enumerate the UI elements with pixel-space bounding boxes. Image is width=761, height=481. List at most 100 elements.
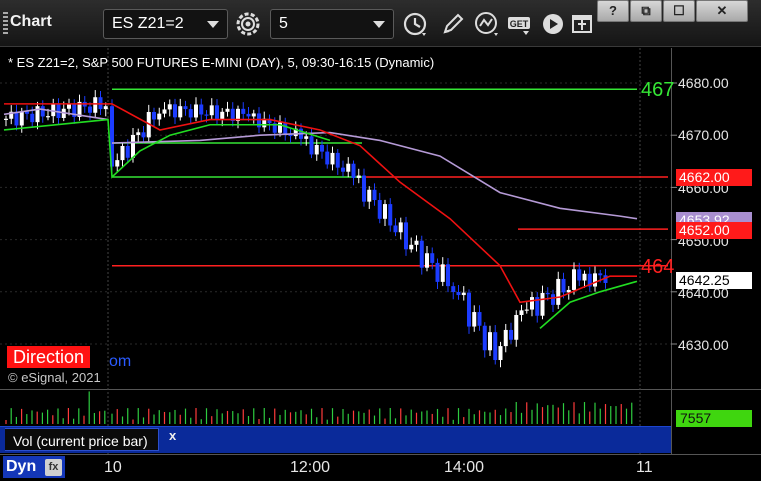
- candle-body: [283, 122, 288, 134]
- candle-body: [556, 278, 561, 305]
- candle-body: [46, 116, 50, 118]
- direction-suffix-text: om: [109, 353, 132, 370]
- candle-body: [572, 269, 576, 290]
- dynamic-mode-label: Dyn: [6, 458, 37, 475]
- settings-gear-button[interactable]: [233, 9, 263, 39]
- candle-body: [320, 144, 324, 152]
- candle-body: [67, 104, 71, 109]
- price-chart[interactable]: [0, 48, 761, 455]
- get-data-button[interactable]: GET: [505, 9, 535, 39]
- candle-body: [173, 104, 177, 118]
- candle-body: [246, 113, 251, 117]
- candle-body: [519, 310, 524, 315]
- candle-body: [482, 325, 487, 351]
- candle-body: [488, 332, 492, 351]
- close-study-icon[interactable]: x: [169, 428, 176, 443]
- time-tick: 12:00: [290, 459, 331, 476]
- price-axis-label: 4630.00: [678, 337, 729, 353]
- candle-body: [367, 189, 372, 202]
- candle-body: [356, 175, 361, 178]
- candle-body: [131, 134, 135, 158]
- candle-body: [388, 204, 393, 226]
- candle-body: [435, 262, 440, 282]
- candle-body: [514, 314, 519, 340]
- restore-button[interactable]: ⧉: [630, 0, 662, 22]
- candle-body: [241, 108, 246, 114]
- candle-body: [325, 151, 330, 165]
- candle-body: [14, 111, 19, 126]
- new-window-button[interactable]: [568, 9, 598, 39]
- candle-body: [598, 273, 603, 276]
- candle-body: [4, 118, 8, 120]
- candle-body: [419, 240, 424, 268]
- volume-bars: [5, 391, 633, 424]
- toolbar-grip-icon[interactable]: [3, 12, 8, 34]
- studies-button[interactable]: [472, 9, 502, 39]
- candle-body: [304, 136, 309, 139]
- fx-icon[interactable]: fx: [45, 459, 62, 476]
- candle-body: [251, 113, 256, 117]
- help-button[interactable]: ?: [597, 0, 629, 22]
- symbol-value: ES Z21=2: [112, 15, 184, 32]
- candle-body: [341, 167, 345, 172]
- candle-body: [220, 111, 225, 119]
- candle-body: [204, 114, 209, 116]
- candle-body: [493, 332, 498, 361]
- candle-body: [346, 163, 351, 172]
- candle-body: [56, 103, 61, 118]
- candle-body: [440, 264, 445, 282]
- candle-body: [88, 106, 92, 113]
- price-axis-label: 4680.00: [678, 75, 729, 91]
- candle-body: [551, 294, 555, 305]
- candle-body: [461, 292, 466, 296]
- candle-body: [178, 106, 183, 118]
- maximize-button[interactable]: ☐: [663, 0, 695, 22]
- time-template-button[interactable]: [400, 9, 430, 39]
- candle-body: [314, 144, 319, 155]
- candle-body: [540, 292, 545, 316]
- time-tick: 10: [104, 459, 122, 476]
- pencil-draw-icon: [443, 13, 464, 34]
- app-title: Chart: [10, 13, 52, 30]
- price-axis-label: 4670.00: [678, 127, 729, 143]
- candle-body: [93, 97, 98, 113]
- candle-body: [362, 175, 366, 202]
- candle-body: [152, 112, 156, 120]
- time-tick: 11: [636, 459, 653, 476]
- play-icon: [543, 14, 563, 34]
- candle-body: [545, 292, 550, 295]
- candle-body: [225, 108, 230, 112]
- candle-body: [446, 264, 450, 287]
- candle-body: [40, 106, 45, 117]
- candle-body: [115, 160, 120, 167]
- chart-header: * ES Z21=2, S&P 500 FUTURES E-MINI (DAY)…: [8, 55, 435, 70]
- candle-body: [309, 136, 314, 155]
- play-button[interactable]: [538, 9, 568, 39]
- symbol-select[interactable]: ES Z21=2: [103, 9, 228, 39]
- candle-body: [472, 312, 477, 327]
- candle-body: [372, 189, 377, 201]
- candle-body: [120, 145, 125, 161]
- candle-body: [561, 278, 566, 293]
- candle-body: [125, 145, 130, 158]
- candle-body: [377, 200, 382, 219]
- candle-body: [577, 269, 582, 281]
- draw-tools-button[interactable]: [438, 9, 468, 39]
- candle-body: [498, 346, 503, 361]
- candle-body: [503, 329, 508, 347]
- candle-body: [530, 297, 534, 310]
- candle-body: [351, 163, 356, 178]
- candle-body: [430, 253, 435, 263]
- settings-gear-icon: [236, 12, 260, 36]
- volume-study-label[interactable]: Vol (current price bar): [5, 428, 159, 451]
- candle-body: [188, 109, 193, 118]
- get-data-icon: GET: [508, 17, 530, 35]
- interval-select[interactable]: 5: [270, 9, 394, 39]
- candle-body: [398, 222, 403, 233]
- price-tag-current: 4642.25: [676, 272, 752, 289]
- clock-icon: [403, 12, 427, 36]
- candle-body: [209, 105, 214, 116]
- close-button[interactable]: ✕: [696, 0, 748, 22]
- candle-body: [215, 105, 219, 119]
- candle-body: [409, 244, 414, 250]
